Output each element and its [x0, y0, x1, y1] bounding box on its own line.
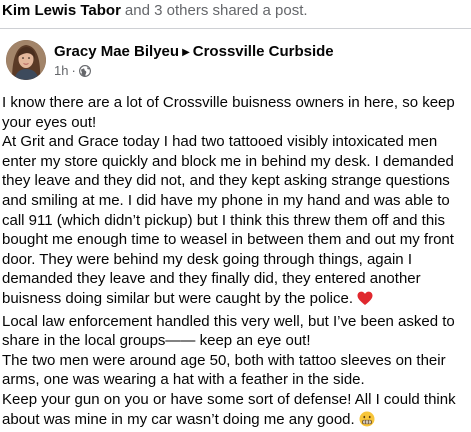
globe-icon[interactable] — [79, 65, 91, 77]
post-timestamp[interactable]: 1h — [54, 63, 68, 79]
post-paragraph: The two men were around age 50, both wit… — [2, 351, 468, 390]
group-name[interactable]: Crossville Curbside — [193, 43, 334, 60]
post-author-line: Gracy Mae Bilyeu▶Crossville Curbside — [54, 42, 334, 62]
post-paragraph: I know there are a lot of Crossville bui… — [2, 93, 468, 132]
share-summary[interactable]: and 3 others shared a post. — [125, 2, 308, 19]
post-body: I know there are a lot of Crossville bui… — [2, 93, 468, 432]
heart-emoji-icon — [357, 291, 373, 312]
sharer-name[interactable]: Kim Lewis Tabor — [2, 2, 121, 19]
divider — [0, 28, 471, 29]
post-paragraph: At Grit and Grace today I had two tattoo… — [2, 132, 468, 311]
arrow-right-icon: ▶ — [182, 43, 190, 62]
avatar[interactable] — [6, 40, 46, 80]
post-author-name[interactable]: Gracy Mae Bilyeu — [54, 43, 179, 60]
avatar-photo — [6, 40, 46, 80]
share-header: Kim Lewis Taborand 3 others shared a pos… — [0, 0, 471, 28]
post-paragraph: Keep your gun on you or have some sort o… — [2, 390, 468, 432]
post-paragraph-text: At Grit and Grace today I had two tattoo… — [2, 133, 454, 307]
grimace-emoji-icon — [359, 411, 375, 432]
meta-dot: · — [71, 63, 75, 79]
post-paragraph: Local law enforcement handled this very … — [2, 312, 468, 351]
post-meta: 1h · — [54, 63, 91, 79]
post-paragraph-text: Keep your gun on you or have some sort o… — [2, 391, 456, 428]
